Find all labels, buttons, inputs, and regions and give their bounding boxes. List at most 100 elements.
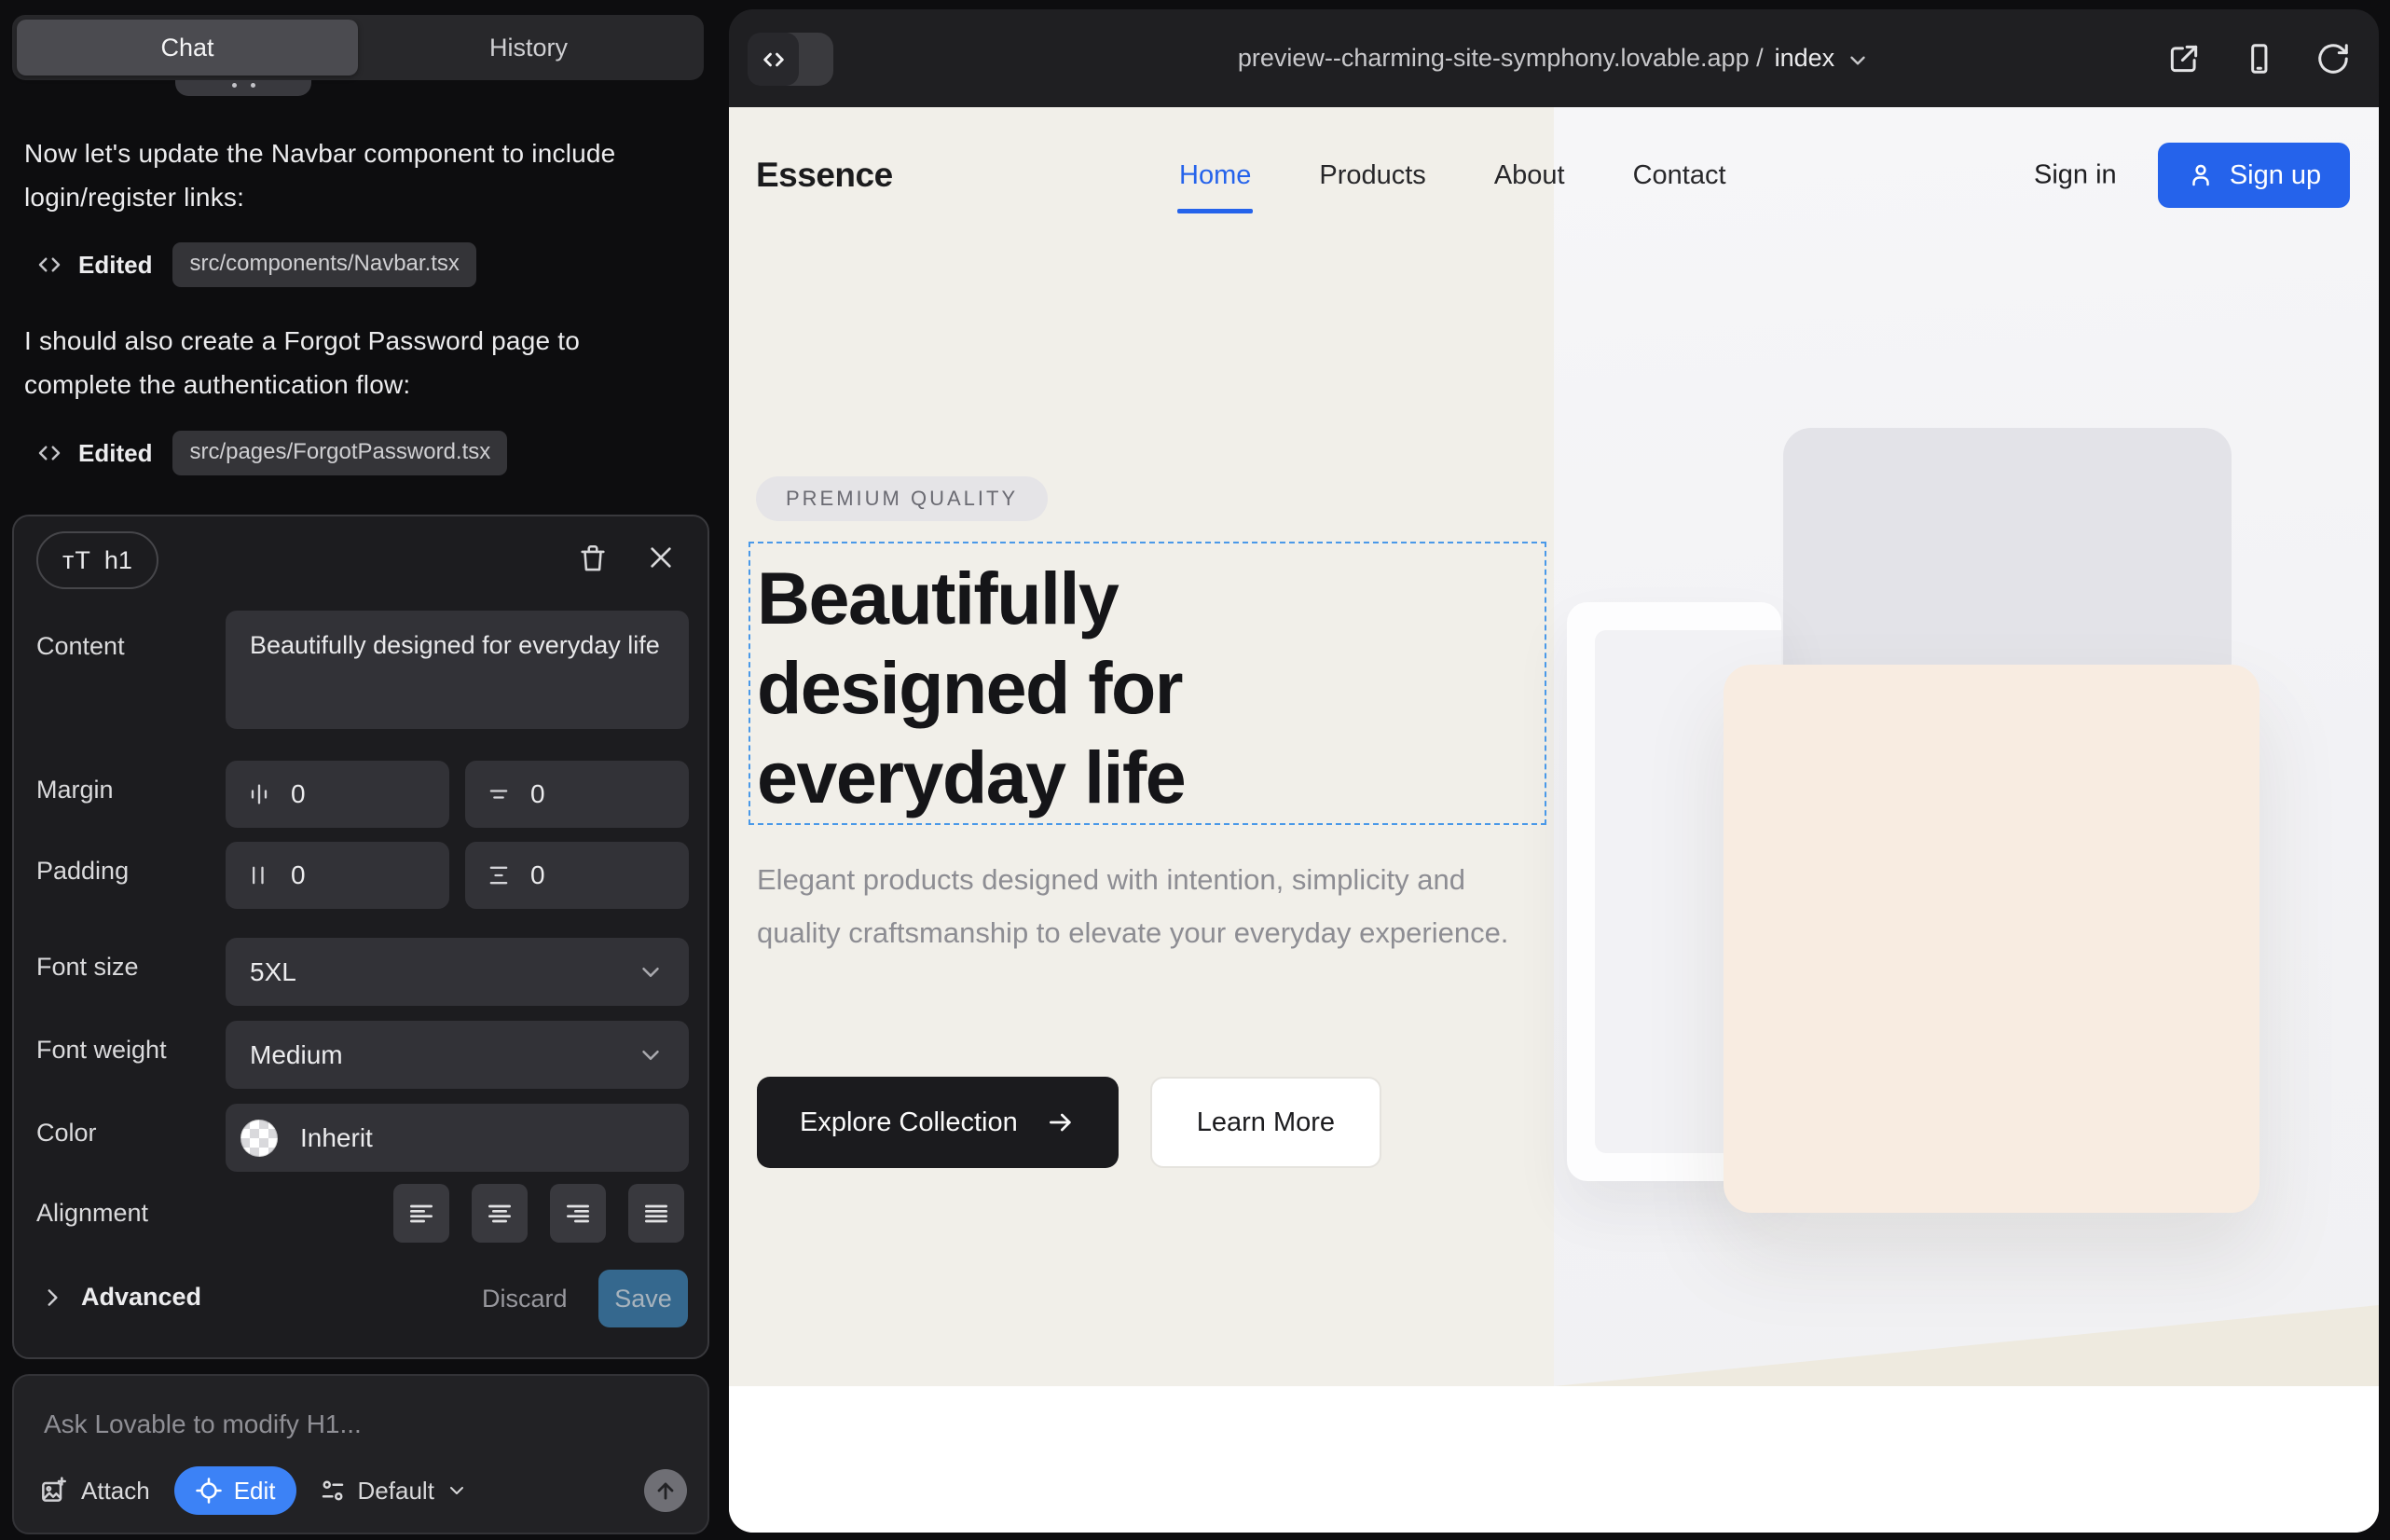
nav-about[interactable]: About [1494, 160, 1565, 191]
padding-y-value: 0 [530, 860, 545, 890]
ellipsis-dots-icon [232, 83, 237, 88]
align-left-button[interactable] [393, 1184, 449, 1243]
edit-mode-button[interactable]: Edit [174, 1466, 296, 1515]
padding-x-input[interactable]: 0 [226, 842, 449, 909]
url-breadcrumb[interactable]: preview--charming-site-symphony.lovable.… [729, 9, 2379, 107]
margin-y-value: 0 [530, 779, 545, 809]
advanced-toggle[interactable]: Advanced [40, 1283, 201, 1312]
attach-label: Attach [81, 1477, 150, 1506]
site-nav: Home Products About Contact [1179, 107, 1726, 243]
learn-more-button[interactable]: Learn More [1150, 1077, 1381, 1168]
content-input[interactable]: Beautifully designed for everyday life [226, 611, 689, 729]
next-section-background [729, 1386, 2379, 1533]
nav-contact[interactable]: Contact [1633, 160, 1726, 191]
file-badge[interactable]: src/pages/ForgotPassword.tsx [172, 431, 507, 475]
padding-horizontal-icon [246, 862, 272, 888]
margin-label: Margin [36, 776, 114, 804]
explore-collection-label: Explore Collection [800, 1107, 1018, 1138]
sliders-icon [319, 1477, 347, 1505]
tab-history[interactable]: History [358, 20, 699, 76]
learn-more-label: Learn More [1197, 1107, 1335, 1138]
chevron-down-icon [637, 958, 665, 986]
arrow-up-icon [652, 1478, 679, 1504]
nav-home[interactable]: Home [1179, 160, 1251, 191]
font-size-label: Font size [36, 953, 139, 982]
edited-file-row: Edited src/components/Navbar.tsx [35, 242, 476, 287]
margin-x-input[interactable]: 0 [226, 761, 449, 828]
save-button[interactable]: Save [598, 1270, 688, 1327]
chevron-down-icon [637, 1041, 665, 1069]
code-icon [35, 251, 63, 279]
arrow-right-icon [1046, 1107, 1076, 1137]
hero-heading[interactable]: Beautifully designed for everyday life [757, 554, 1185, 822]
mode-label: Default [358, 1477, 434, 1506]
delete-element-button[interactable] [577, 543, 609, 574]
image-plus-icon [38, 1476, 68, 1506]
font-weight-value: Medium [250, 1040, 343, 1070]
hero-cta-row: Explore Collection Learn More [757, 1077, 1381, 1168]
advanced-label: Advanced [81, 1283, 201, 1312]
explore-collection-button[interactable]: Explore Collection [757, 1077, 1119, 1168]
file-badge[interactable]: src/components/Navbar.tsx [172, 242, 475, 287]
decorative-card-beige [1724, 665, 2260, 1213]
attach-button[interactable]: Attach [38, 1476, 150, 1506]
hero-heading-line: designed for [757, 643, 1185, 733]
edit-label: Edit [234, 1477, 276, 1506]
tab-chat[interactable]: Chat [17, 20, 358, 76]
url-path: index [1775, 44, 1835, 73]
margin-x-value: 0 [291, 779, 306, 809]
align-justify-button[interactable] [628, 1184, 684, 1243]
scrolled-message-pill [175, 80, 311, 96]
font-weight-select[interactable]: Medium [226, 1021, 689, 1089]
external-link-icon[interactable] [2166, 41, 2202, 76]
edited-label: Edited [78, 251, 152, 280]
selected-element-tag: тT h1 [36, 531, 158, 589]
close-icon[interactable] [646, 543, 676, 572]
lovable-sidebar: Chat History Now let's update the Navbar… [0, 0, 726, 1540]
hero-heading-line: Beautifully [757, 554, 1185, 643]
color-select[interactable]: Inherit [226, 1104, 689, 1172]
brand-logo[interactable]: Essence [756, 156, 893, 195]
margin-y-input[interactable]: 0 [465, 761, 689, 828]
chat-input[interactable]: Ask Lovable to modify H1... [44, 1409, 362, 1439]
send-button[interactable] [644, 1469, 687, 1512]
chevron-down-icon [1846, 48, 1870, 73]
preview-topbar: preview--charming-site-symphony.lovable.… [729, 9, 2379, 107]
mobile-device-icon[interactable] [2241, 41, 2276, 76]
preview-actions [2166, 9, 2351, 107]
padding-x-value: 0 [291, 860, 306, 890]
font-weight-label: Font weight [36, 1036, 167, 1065]
type-icon: тT [62, 546, 91, 575]
site-preview: Essence Home Products About Contact Sign… [729, 107, 2379, 1533]
align-right-button[interactable] [550, 1184, 606, 1243]
nav-products[interactable]: Products [1319, 160, 1425, 191]
site-header: Essence Home Products About Contact Sign… [729, 107, 2379, 243]
model-mode-button[interactable]: Default [319, 1477, 468, 1506]
align-center-button[interactable] [472, 1184, 528, 1243]
preview-browser-frame: preview--charming-site-symphony.lovable.… [729, 9, 2379, 1533]
color-swatch [240, 1120, 278, 1157]
element-tag-name: h1 [104, 546, 132, 575]
padding-y-input[interactable]: 0 [465, 842, 689, 909]
url-domain: preview--charming-site-symphony.lovable.… [1238, 44, 1764, 73]
sign-up-label: Sign up [2230, 160, 2321, 191]
sign-up-button[interactable]: Sign up [2158, 143, 2350, 208]
color-value: Inherit [300, 1123, 373, 1153]
padding-label: Padding [36, 857, 129, 886]
chat-history-tabbar: Chat History [12, 15, 704, 80]
target-icon [195, 1477, 223, 1505]
alignment-label: Alignment [36, 1199, 148, 1228]
hero-heading-line: everyday life [757, 733, 1185, 822]
element-editor-panel: тT h1 Content Beautifully designed for e… [12, 515, 709, 1359]
discard-button[interactable]: Discard [482, 1285, 568, 1313]
color-label: Color [36, 1119, 97, 1148]
content-label: Content [36, 632, 125, 661]
font-size-select[interactable]: 5XL [226, 938, 689, 1006]
refresh-icon[interactable] [2315, 41, 2351, 76]
sign-in-link[interactable]: Sign in [2034, 160, 2117, 191]
padding-vertical-icon [486, 862, 512, 888]
assistant-message: Now let's update the Navbar component to… [24, 131, 691, 219]
edited-file-row: Edited src/pages/ForgotPassword.tsx [35, 431, 507, 475]
hero-badge: PREMIUM QUALITY [756, 476, 1048, 521]
user-icon [2187, 161, 2215, 189]
